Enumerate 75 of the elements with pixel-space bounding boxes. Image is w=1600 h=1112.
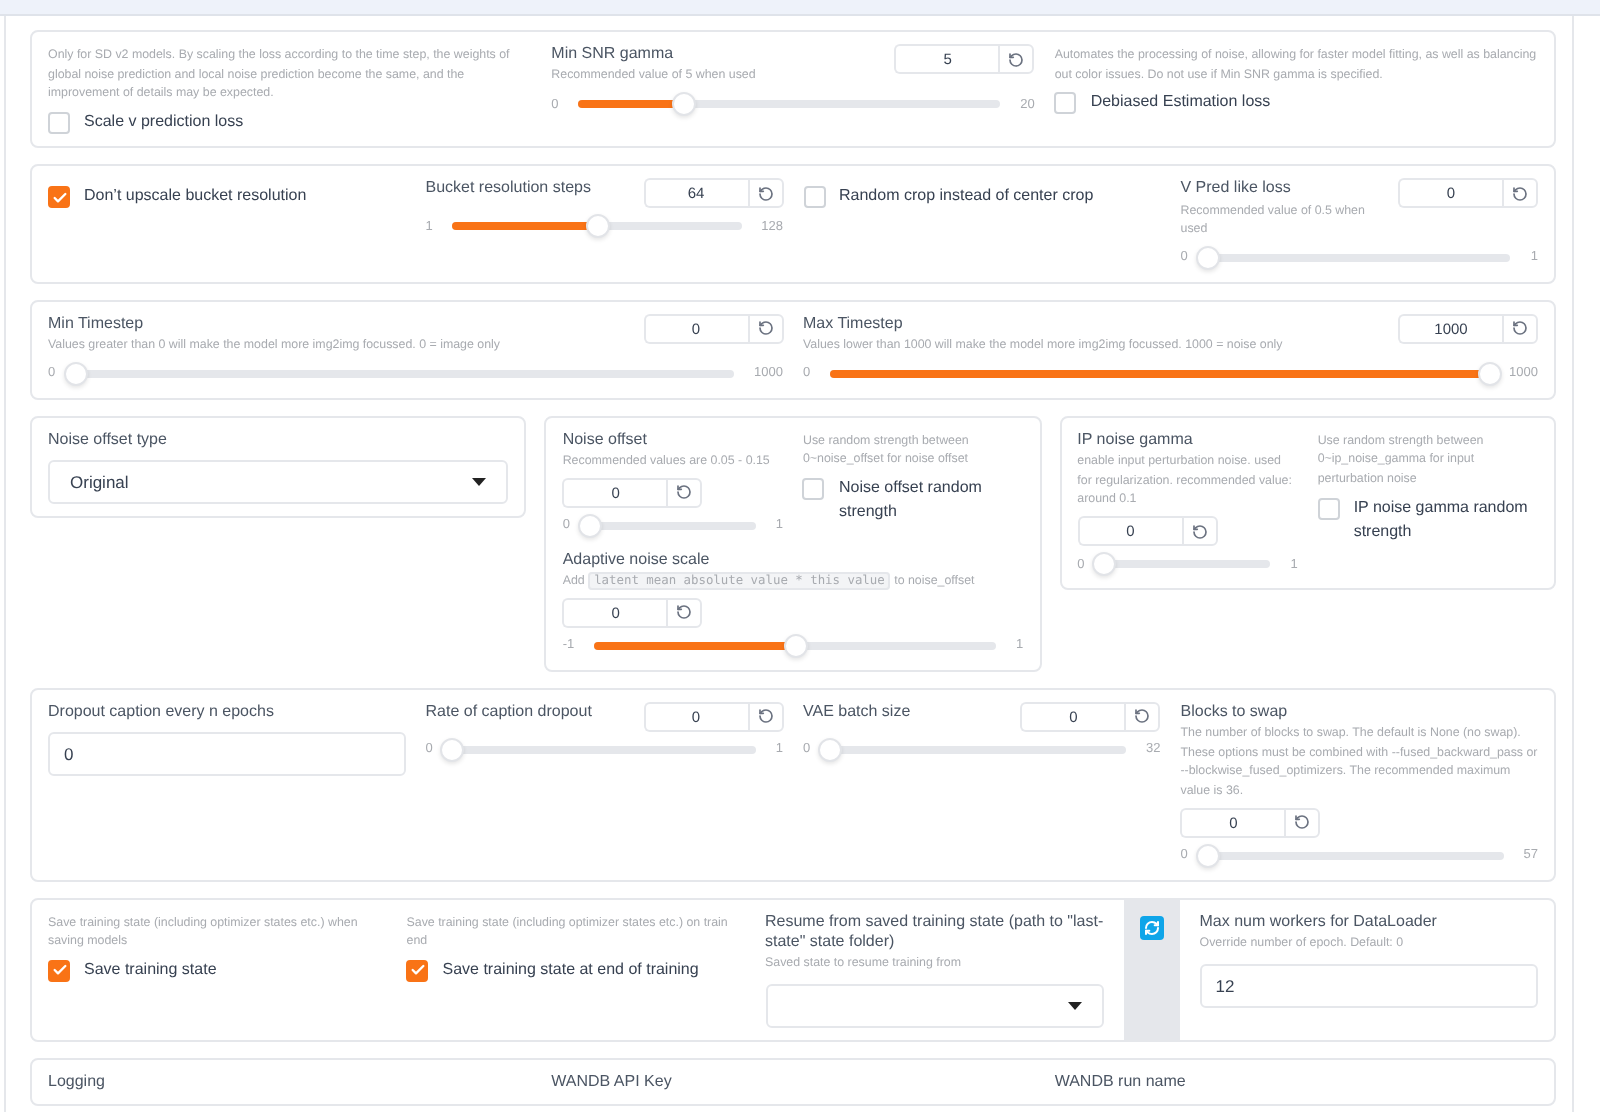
slider-thumb[interactable]	[1195, 843, 1220, 868]
checkbox-label[interactable]: Noise offset random strength	[838, 476, 1024, 526]
section-label: Logging	[48, 1072, 107, 1093]
reset-button[interactable]	[1124, 701, 1161, 732]
checkbox[interactable]	[48, 959, 70, 982]
slider-label: IP noise gamma	[1077, 429, 1195, 451]
reset-button[interactable]	[666, 477, 703, 508]
slider-thumb[interactable]	[440, 737, 465, 762]
slider-thumb[interactable]	[63, 361, 88, 386]
section-label: WANDB API Key	[551, 1072, 674, 1093]
dropdown-label: Noise offset type	[48, 429, 169, 451]
reset-button[interactable]	[666, 597, 703, 628]
checkbox[interactable]	[48, 186, 70, 209]
slider-label: Rate of caption dropout	[425, 701, 594, 723]
refresh-button[interactable]	[1139, 915, 1164, 940]
slider-label: Blocks to swap	[1180, 701, 1290, 723]
reset-button[interactable]	[747, 178, 783, 209]
checkbox[interactable]	[802, 478, 825, 501]
reset-icon	[1191, 523, 1208, 540]
checkbox-label[interactable]: Random crop instead of center crop	[839, 184, 1094, 210]
slider-label: Bucket resolution steps	[425, 178, 593, 200]
reset-icon	[1008, 51, 1025, 67]
reset-icon	[1512, 320, 1528, 337]
reset-button[interactable]	[1284, 807, 1321, 838]
reset-button[interactable]	[1502, 313, 1538, 344]
section-label: WANDB run name	[1054, 1072, 1188, 1093]
checkbox[interactable]	[803, 186, 825, 209]
input-field[interactable]: 12	[1199, 963, 1538, 1008]
slider-label: Min Timestep	[48, 313, 146, 335]
reset-icon	[1134, 708, 1151, 725]
reset-icon	[757, 320, 773, 337]
checkbox-label[interactable]: Save training state	[84, 957, 217, 983]
slider-thumb[interactable]	[577, 513, 602, 538]
checkbox[interactable]	[1317, 497, 1340, 520]
checkbox-label[interactable]: Don’t upscale bucket resolution	[84, 184, 307, 210]
reset-icon	[757, 708, 773, 725]
reset-button[interactable]	[747, 313, 783, 344]
slider-label: V Pred like loss	[1180, 178, 1293, 200]
reset-icon	[757, 185, 773, 202]
checkbox[interactable]	[48, 111, 70, 134]
slider-thumb[interactable]	[1477, 361, 1502, 386]
slider-label: Min SNR gamma	[551, 44, 676, 65]
slider-thumb[interactable]	[1195, 245, 1220, 270]
slider-thumb[interactable]	[1092, 552, 1117, 577]
reset-button[interactable]	[1502, 178, 1538, 209]
reset-icon	[676, 604, 693, 621]
dropdown-label: Resume from saved training state (path to "last-state" state folder)	[765, 911, 1104, 953]
field-label: Max num workers for DataLoader	[1199, 911, 1439, 933]
input-field[interactable]: 0	[48, 732, 406, 777]
checkbox-label[interactable]: Scale v prediction loss	[84, 109, 244, 135]
slider-label: VAE batch size	[803, 701, 913, 723]
slider-thumb[interactable]	[585, 214, 609, 239]
slider-label: Max Timestep	[803, 313, 905, 335]
reset-icon	[1294, 814, 1311, 831]
dropdown-field[interactable]	[765, 984, 1104, 1029]
refresh-icon	[1143, 919, 1160, 936]
slider-thumb[interactable]	[671, 92, 696, 116]
checkbox-label[interactable]: Save training state at end of training	[442, 957, 699, 983]
reset-icon	[676, 484, 693, 501]
slider-thumb[interactable]	[783, 633, 808, 658]
slider-thumb[interactable]	[818, 737, 843, 762]
reset-button[interactable]	[1181, 516, 1218, 547]
checkbox-label[interactable]: IP noise gamma random strength	[1353, 495, 1538, 545]
slider-label: Noise offset	[562, 429, 649, 451]
slider-label: Adaptive noise scale	[562, 549, 712, 571]
reset-button[interactable]	[747, 701, 783, 732]
field-label: Dropout caption every n epochs	[48, 701, 276, 723]
caret-icon	[472, 478, 487, 487]
dropdown-field[interactable]: Original	[48, 460, 509, 505]
reset-icon	[1512, 185, 1528, 202]
checkbox[interactable]	[1054, 92, 1077, 115]
checkbox-label[interactable]: Debiased Estimation loss	[1090, 90, 1271, 116]
reset-button[interactable]	[998, 44, 1035, 74]
checkbox[interactable]	[406, 959, 429, 982]
caret-icon	[1067, 1002, 1082, 1011]
